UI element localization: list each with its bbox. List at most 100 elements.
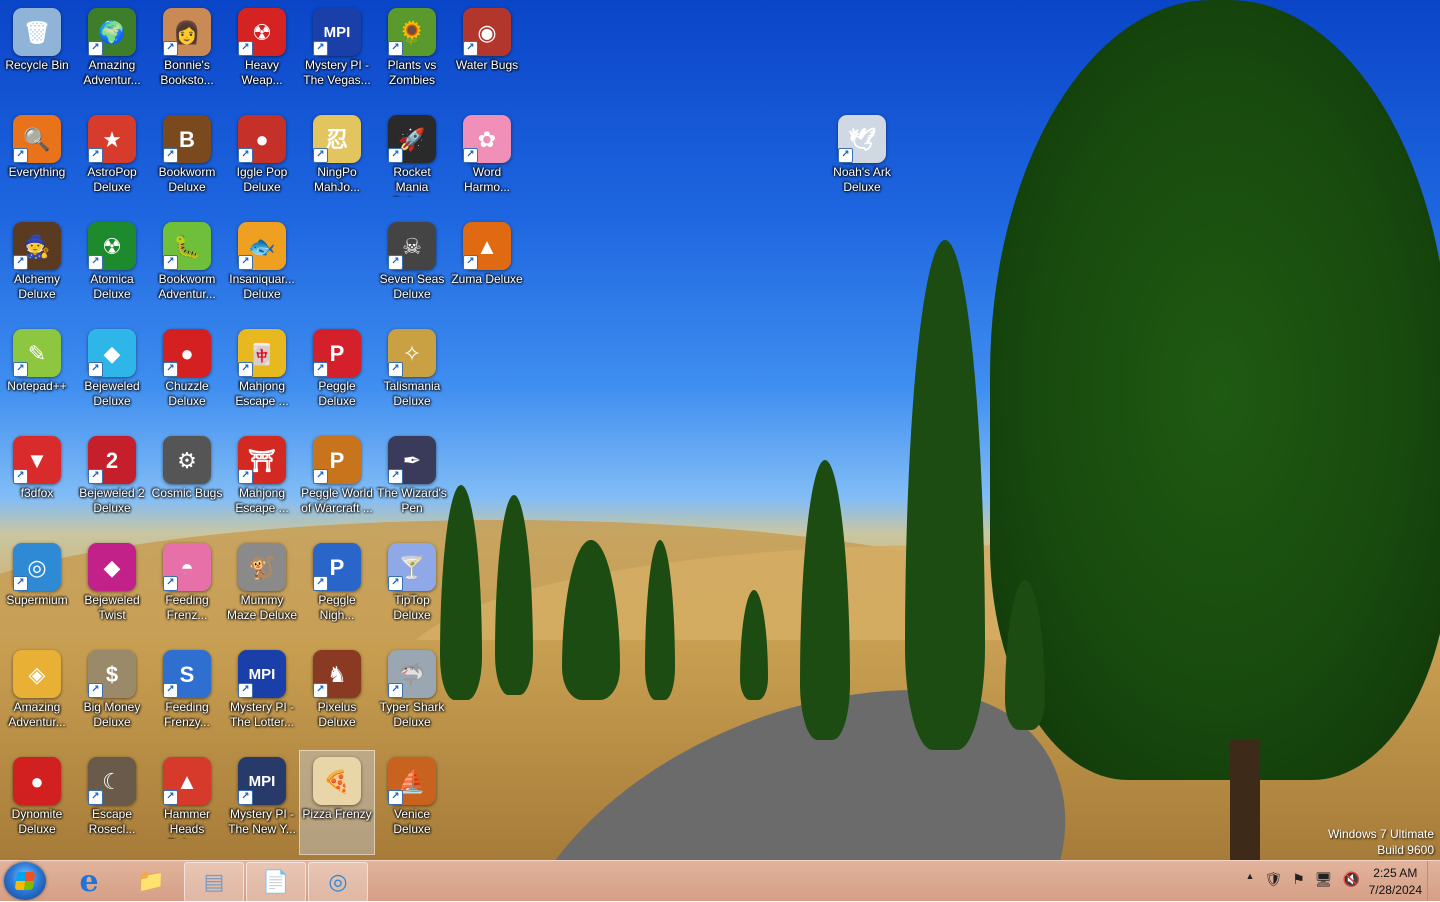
bookworm-deluxe-shortcut[interactable]: B ↗ Bookworm Deluxe xyxy=(150,109,224,212)
desktop[interactable]: 🗑 Recycle Bin 🌍 ↗ Amazing Adventur... 👩 ↗ Bonni… xyxy=(0,0,1440,860)
shortcut-arrow-icon: ↗ xyxy=(238,41,253,56)
notepad-plus-plus-shortcut[interactable]: ✎ ↗ Notepad++ xyxy=(0,323,74,426)
network-icon[interactable]: 🖥 xyxy=(1315,871,1333,888)
peggle-nights-shortcut[interactable]: P ↗ Peggle Nigh... xyxy=(300,537,374,640)
atomica-deluxe-icon: ☢ ↗ xyxy=(88,222,136,270)
pixelus-deluxe-shortcut[interactable]: ♞ ↗ Pixelus Deluxe xyxy=(300,644,374,747)
typer-shark-deluxe-shortcut[interactable]: 🦈 ↗ Typer Shark Deluxe xyxy=(375,644,449,747)
wizards-pen-shortcut[interactable]: ✒ ↗ The Wizard's Pen xyxy=(375,430,449,533)
icon-label: Seven Seas Deluxe xyxy=(379,272,445,301)
volume-muted-icon[interactable]: 🔇 xyxy=(1343,871,1360,888)
action-center-flag-icon[interactable]: ⚑ xyxy=(1292,871,1305,888)
pizza-frenzy-shortcut[interactable]: 🍕 Pizza Frenzy xyxy=(299,750,375,855)
icon-label: Mystery PI - The New Y... xyxy=(228,807,296,836)
cosmic-bugs-shortcut[interactable]: ⚙ Cosmic Bugs xyxy=(150,430,224,533)
notepad-taskbar-button[interactable]: 📄 xyxy=(246,862,306,902)
chuzzle-deluxe-shortcut[interactable]: ● ↗ Chuzzle Deluxe xyxy=(150,323,224,426)
supermium-icon: ◎ ↗ xyxy=(13,543,61,591)
clock[interactable]: 2:25 AM 7/28/2024 xyxy=(1369,865,1422,899)
f3dfox-shortcut[interactable]: ▼ ↗ f3dfox xyxy=(0,430,74,533)
icon-label: Notepad++ xyxy=(7,379,67,393)
hammer-heads-deluxe-shortcut[interactable]: ▲↗Hammer Heads Deluxe xyxy=(150,751,224,854)
icon-label: Bejeweled Twist xyxy=(84,593,140,622)
insaniquarium-deluxe-shortcut[interactable]: 🐟 ↗ Insaniquar... Deluxe xyxy=(225,216,299,319)
heavy-weapon-icon: ☢ ↗ xyxy=(238,8,286,56)
escape-rosecliff-shortcut[interactable]: ☾ ↗ Escape Rosecl... xyxy=(75,751,149,854)
show-hidden-icons-chevron-icon[interactable]: ▲ xyxy=(1246,871,1255,888)
everything-shortcut[interactable]: 🔍 ↗ Everything xyxy=(0,109,74,212)
astropop-deluxe-shortcut[interactable]: ★ ↗ AstroPop Deluxe xyxy=(75,109,149,212)
word-harmony-icon: ✿ ↗ xyxy=(463,115,511,163)
peggle-wow-shortcut[interactable]: P ↗ Peggle World of Warcraft ... xyxy=(300,430,374,533)
ningpo-mahjong-icon: 忍 ↗ xyxy=(313,115,361,163)
iggle-pop-deluxe-shortcut[interactable]: ● ↗ Iggle Pop Deluxe xyxy=(225,109,299,212)
mystery-pi-lottery-icon: MPI ↗ xyxy=(238,650,286,698)
bookworm-adventures-shortcut[interactable]: 🐛 ↗ Bookworm Adventur... xyxy=(150,216,224,319)
internet-explorer-icon: e xyxy=(79,863,99,899)
tiptop-deluxe-shortcut[interactable]: 🍸 ↗ TipTop Deluxe xyxy=(375,537,449,640)
icon-label: Supermium xyxy=(6,593,68,607)
supermium-taskbar-icon: ◎ xyxy=(328,869,348,894)
start-button[interactable] xyxy=(4,862,46,900)
mahjong-escape-shortcut[interactable]: 🀄 ↗ Mahjong Escape ... xyxy=(225,323,299,426)
control-panel-taskbar-button[interactable]: ▤ xyxy=(184,862,244,902)
amazing-adventures-2-shortcut[interactable]: ◈ Amazing Adventur... xyxy=(0,644,74,747)
mystery-pi-vegas-shortcut[interactable]: MPI ↗ Mystery PI - The Vegas... xyxy=(300,2,374,105)
venice-deluxe-shortcut[interactable]: ⛵ ↗ Venice Deluxe xyxy=(375,751,449,854)
ningpo-mahjong-shortcut[interactable]: 忍 ↗ NingPo MahJo... xyxy=(300,109,374,212)
talismania-deluxe-icon: ✧ ↗ xyxy=(388,329,436,377)
security-shield-icon[interactable]: 🛡 xyxy=(1264,871,1282,888)
rocket-mania-deluxe-shortcut[interactable]: 🚀↗Rocket Mania Deluxe xyxy=(375,109,449,212)
icon-label: Feeding Frenz... xyxy=(165,593,209,622)
shortcut-arrow-icon: ↗ xyxy=(13,255,28,270)
icon-label: Insaniquar... Deluxe xyxy=(229,272,295,301)
recycle-bin-shortcut[interactable]: 🗑 Recycle Bin xyxy=(0,2,74,105)
bejeweled-2-deluxe-icon: 2 ↗ xyxy=(88,436,136,484)
icon-label: Chuzzle Deluxe xyxy=(165,379,209,408)
bejeweled-deluxe-shortcut[interactable]: ◆ ↗ Bejeweled Deluxe xyxy=(75,323,149,426)
mystery-pi-new-york-shortcut[interactable]: MPI ↗ Mystery PI - The New Y... xyxy=(225,751,299,854)
icon-label: Iggle Pop Deluxe xyxy=(236,165,288,194)
shortcut-arrow-icon: ↗ xyxy=(163,255,178,270)
file-explorer-taskbar-button[interactable]: 📁 xyxy=(122,862,180,900)
mummy-maze-deluxe-shortcut[interactable]: 🐒 Mummy Maze Deluxe xyxy=(225,537,299,640)
shortcut-arrow-icon: ↗ xyxy=(313,148,328,163)
amazing-adventures-shortcut[interactable]: 🌍 ↗ Amazing Adventur... xyxy=(75,2,149,105)
peggle-nights-icon: P ↗ xyxy=(313,543,361,591)
pixelus-deluxe-icon: ♞ ↗ xyxy=(313,650,361,698)
shortcut-arrow-icon: ↗ xyxy=(88,790,103,805)
alchemy-deluxe-shortcut[interactable]: 🧙 ↗ Alchemy Deluxe xyxy=(0,216,74,319)
big-money-deluxe-shortcut[interactable]: $ ↗ Big Money Deluxe xyxy=(75,644,149,747)
talismania-deluxe-shortcut[interactable]: ✧ ↗ Talismania Deluxe xyxy=(375,323,449,426)
atomica-deluxe-shortcut[interactable]: ☢ ↗ Atomica Deluxe xyxy=(75,216,149,319)
insaniquarium-deluxe-icon: 🐟 ↗ xyxy=(238,222,286,270)
seven-seas-deluxe-shortcut[interactable]: ☠ ↗ Seven Seas Deluxe xyxy=(375,216,449,319)
plants-vs-zombies-shortcut[interactable]: 🌻 ↗ Plants vs Zombies xyxy=(375,2,449,105)
bonnies-bookstore-shortcut[interactable]: 👩 ↗ Bonnie's Booksto... xyxy=(150,2,224,105)
supermium-shortcut[interactable]: ◎ ↗ Supermium xyxy=(0,537,74,640)
icon-label: Mystery PI - The Lotter... xyxy=(229,700,295,729)
feeding-frenzy-2-shortcut[interactable]: S ↗ Feeding Frenzy... xyxy=(150,644,224,747)
internet-explorer-taskbar-button[interactable]: e xyxy=(60,862,118,900)
mystery-pi-new-york-icon: MPI ↗ xyxy=(238,757,286,805)
peggle-deluxe-shortcut[interactable]: P ↗ Peggle Deluxe xyxy=(300,323,374,426)
mystery-pi-lottery-shortcut[interactable]: MPI ↗ Mystery PI - The Lotter... xyxy=(225,644,299,747)
supermium-taskbar-taskbar-button[interactable]: ◎ xyxy=(308,862,368,902)
icon-label: Mystery PI - The Vegas... xyxy=(303,58,371,87)
mahjong-escape-shortcut[interactable]: ⛩ ↗ Mahjong Escape ... xyxy=(225,430,299,533)
icon-label: Mahjong Escape ... xyxy=(235,486,289,515)
icon-label: Recycle Bin xyxy=(5,58,69,72)
noahs-ark-deluxe-shortcut[interactable]: 🕊 ↗ Noah's Ark Deluxe xyxy=(825,109,899,212)
zuma-deluxe-shortcut[interactable]: ▲ ↗ Zuma Deluxe xyxy=(450,216,524,319)
water-bugs-shortcut[interactable]: ◉ ↗ Water Bugs xyxy=(450,2,524,105)
word-harmony-shortcut[interactable]: ✿ ↗ Word Harmo... xyxy=(450,109,524,212)
heavy-weapon-shortcut[interactable]: ☢ ↗ Heavy Weap... xyxy=(225,2,299,105)
dynomite-deluxe-shortcut[interactable]: ● Dynomite Deluxe xyxy=(0,751,74,854)
f3dfox-icon: ▼ ↗ xyxy=(13,436,61,484)
show-desktop-button[interactable] xyxy=(1427,861,1440,901)
feeding-frenzy-shortcut[interactable]: ◓ ↗ Feeding Frenz... xyxy=(150,537,224,640)
shortcut-arrow-icon: ↗ xyxy=(88,683,103,698)
bejeweled-twist-shortcut[interactable]: ◆ Bejeweled Twist xyxy=(75,537,149,640)
icon-label: Venice Deluxe xyxy=(393,807,431,836)
bejeweled-2-deluxe-shortcut[interactable]: 2 ↗ Bejeweled 2 Deluxe xyxy=(75,430,149,533)
